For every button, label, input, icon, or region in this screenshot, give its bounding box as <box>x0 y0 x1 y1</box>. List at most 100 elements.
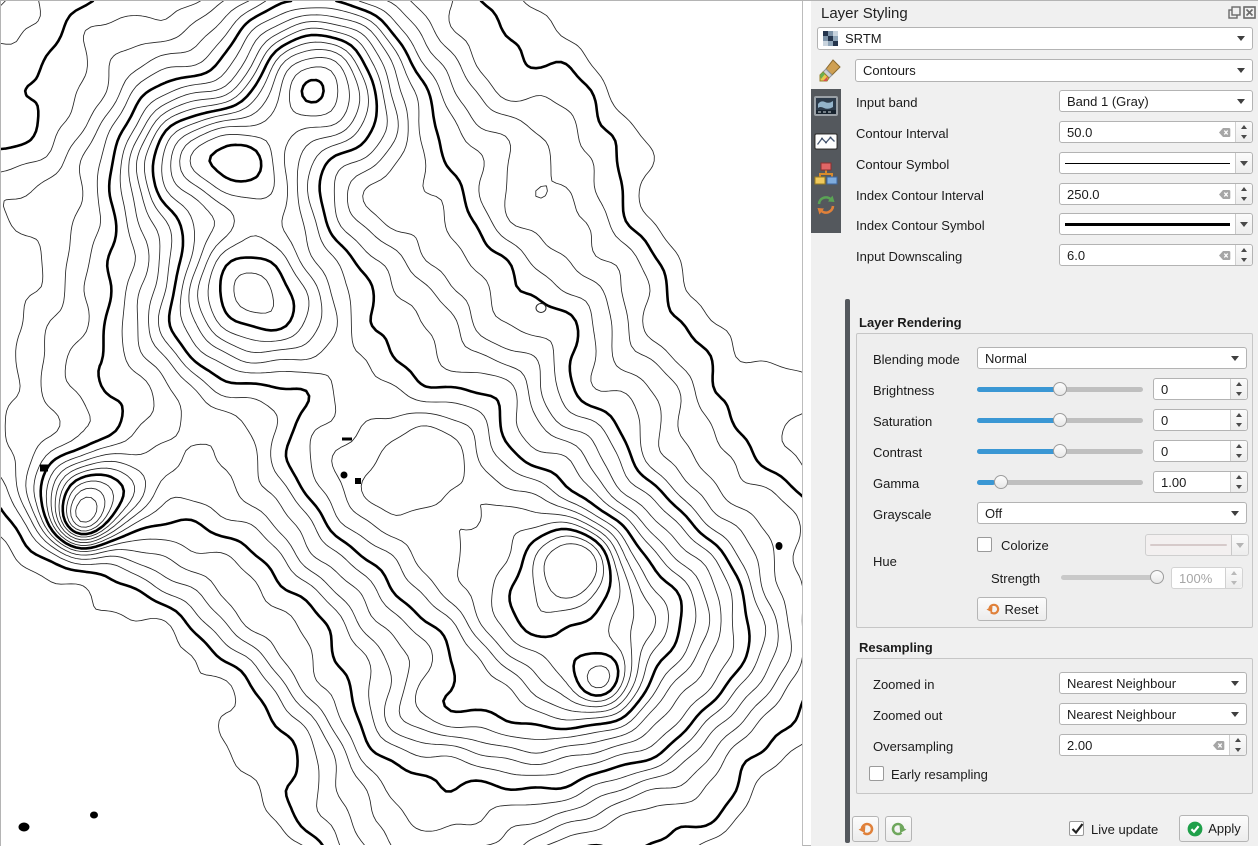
resampling-title: Resampling <box>859 640 933 655</box>
oversampling-spinbox[interactable]: 2.00 <box>1059 734 1247 756</box>
styling-tab-strip <box>811 89 841 233</box>
brightness-label: Brightness <box>873 383 934 398</box>
clear-value-icon[interactable] <box>1215 189 1231 200</box>
input-downscaling-spinbox[interactable]: 6.0 <box>1059 244 1253 266</box>
hue-label: Hue <box>873 554 897 569</box>
chevron-down-icon <box>1237 99 1245 104</box>
history-icon <box>815 194 837 216</box>
chevron-down-icon <box>1231 712 1239 717</box>
map-spot-feature <box>19 823 30 832</box>
index-contour-symbol-label: Index Contour Symbol <box>856 218 985 233</box>
colorize-color-swatch[interactable] <box>1145 534 1249 556</box>
tab-transparency[interactable] <box>814 94 838 118</box>
spinner-buttons[interactable] <box>1235 184 1252 204</box>
map-spot-feature <box>776 542 783 550</box>
spinner-buttons[interactable] <box>1230 410 1247 430</box>
contour-interval-spinbox[interactable]: 50.0 <box>1059 121 1253 143</box>
slider-handle[interactable] <box>1150 570 1164 584</box>
slider-handle[interactable] <box>1053 382 1067 396</box>
histogram-icon <box>814 133 838 150</box>
contrast-slider[interactable] <box>977 441 1143 461</box>
tab-rendering-order[interactable] <box>814 161 838 185</box>
raster-layer-icon <box>823 31 838 46</box>
thick-line-symbol-preview <box>1065 223 1230 226</box>
grayscale-combo[interactable]: Off <box>977 502 1247 524</box>
zoomed-out-combo[interactable]: Nearest Neighbour <box>1059 703 1247 725</box>
chevron-down-icon <box>1231 535 1248 555</box>
gamma-label: Gamma <box>873 476 919 491</box>
contour-symbol-combo[interactable] <box>1059 152 1253 174</box>
colorize-checkbox[interactable] <box>977 537 992 552</box>
paintbrush-icon <box>819 59 843 83</box>
saturation-slider[interactable] <box>977 410 1143 430</box>
undo-icon <box>858 821 874 837</box>
saturation-label: Saturation <box>873 414 932 429</box>
map-spot-feature <box>342 438 352 441</box>
spinner-buttons[interactable] <box>1229 735 1246 755</box>
strength-slider[interactable] <box>1061 567 1164 587</box>
redo-icon <box>891 821 907 837</box>
renderer-combo[interactable]: Contours <box>855 59 1253 82</box>
map-spot-feature <box>90 812 98 819</box>
live-update-label: Live update <box>1091 822 1158 837</box>
redo-style-button[interactable] <box>885 816 912 842</box>
blending-mode-label: Blending mode <box>873 352 960 367</box>
spinner-buttons[interactable] <box>1235 122 1252 142</box>
clear-value-icon[interactable] <box>1215 250 1231 261</box>
spinner-buttons[interactable] <box>1225 568 1242 588</box>
chevron-down-icon <box>1235 153 1252 173</box>
slider-handle[interactable] <box>1053 444 1067 458</box>
chevron-down-icon <box>1237 68 1245 73</box>
index-contour-interval-spinbox[interactable]: 250.0 <box>1059 183 1253 205</box>
layer-styling-panel: Layer Styling SRTM Contours <box>811 1 1258 846</box>
chevron-down-icon <box>1231 511 1239 516</box>
blending-mode-combo[interactable]: Normal <box>977 347 1247 369</box>
zoomed-out-label: Zoomed out <box>873 708 942 723</box>
undo-style-button[interactable] <box>852 816 879 842</box>
gamma-slider[interactable] <box>977 472 1143 492</box>
panel-title: Layer Styling <box>821 5 908 22</box>
spinner-buttons[interactable] <box>1230 379 1247 399</box>
colorize-label: Colorize <box>1001 538 1049 553</box>
contour-symbol-label: Contour Symbol <box>856 157 949 172</box>
slider-handle[interactable] <box>1053 413 1067 427</box>
chevron-down-icon <box>1237 36 1245 41</box>
reset-undo-icon <box>986 602 1000 616</box>
brightness-spinbox[interactable]: 0 <box>1153 378 1248 400</box>
saturation-spinbox[interactable]: 0 <box>1153 409 1248 431</box>
reset-button[interactable]: Reset <box>977 597 1047 621</box>
strength-label: Strength <box>991 571 1040 586</box>
spinner-buttons[interactable] <box>1230 441 1247 461</box>
input-band-combo[interactable]: Band 1 (Gray) <box>1059 90 1253 112</box>
contour-interval-label: Contour Interval <box>856 126 949 141</box>
tab-symbology[interactable] <box>817 59 845 83</box>
layer-select-combo[interactable]: SRTM <box>817 27 1253 50</box>
thin-line-symbol-preview <box>1065 163 1230 164</box>
input-downscaling-label: Input Downscaling <box>856 249 962 264</box>
apply-button[interactable]: Apply <box>1179 815 1249 842</box>
clear-value-icon[interactable] <box>1215 127 1231 138</box>
float-panel-icon[interactable] <box>1228 6 1241 19</box>
contrast-spinbox[interactable]: 0 <box>1153 440 1248 462</box>
apply-check-icon <box>1187 821 1203 837</box>
strength-spinbox[interactable]: 100% <box>1171 567 1243 589</box>
map-canvas[interactable] <box>1 1 803 846</box>
raster-transparency-icon <box>814 96 838 116</box>
zoomed-in-combo[interactable]: Nearest Neighbour <box>1059 672 1247 694</box>
chevron-down-icon <box>1231 356 1239 361</box>
map-spot-feature <box>536 304 546 313</box>
close-panel-icon[interactable] <box>1243 6 1256 19</box>
chevron-down-icon <box>1235 214 1252 234</box>
spinner-buttons[interactable] <box>1235 245 1252 265</box>
panel-scrollbar[interactable] <box>845 299 850 843</box>
brightness-slider[interactable] <box>977 379 1143 399</box>
live-update-checkbox[interactable] <box>1069 821 1084 836</box>
early-resampling-checkbox[interactable] <box>869 766 884 781</box>
spinner-buttons[interactable] <box>1230 472 1247 492</box>
tab-histogram[interactable] <box>814 129 838 153</box>
clear-value-icon[interactable] <box>1209 740 1225 751</box>
tab-history[interactable] <box>814 193 838 217</box>
gamma-spinbox[interactable]: 1.00 <box>1153 471 1248 493</box>
slider-handle[interactable] <box>994 475 1008 489</box>
index-contour-symbol-combo[interactable] <box>1059 213 1253 235</box>
